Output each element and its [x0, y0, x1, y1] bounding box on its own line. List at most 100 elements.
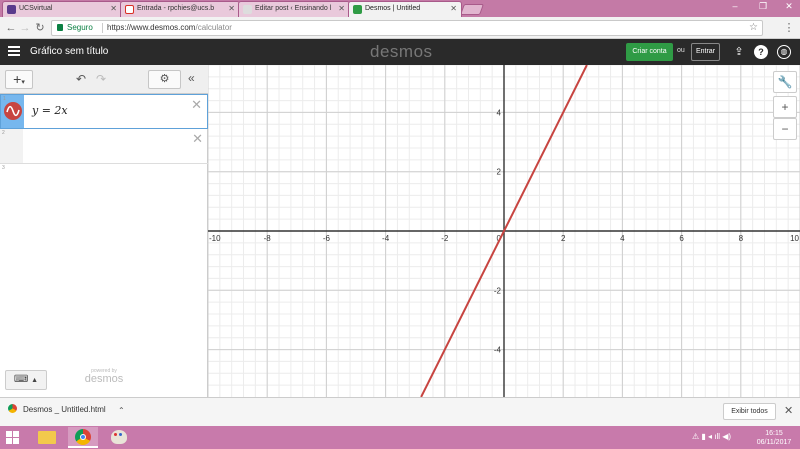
expression-tab[interactable]: 2: [0, 129, 23, 163]
chrome-taskbar-icon[interactable]: [68, 427, 98, 448]
page-icon: [243, 5, 252, 14]
x-tick-label: 8: [739, 234, 744, 243]
chrome-menu-icon[interactable]: ⋮: [782, 20, 796, 36]
globe-icon[interactable]: ◍: [777, 45, 791, 59]
close-icon[interactable]: ✕: [228, 2, 235, 16]
windows-taskbar: ⚠ ▮ ◂ ıll ◀) 16:15 06/11/2017: [0, 426, 800, 449]
download-filename: Desmos _ Untitled.html: [23, 405, 106, 414]
x-tick-label: 4: [620, 234, 625, 243]
graph-title[interactable]: Gráfico sem título: [30, 46, 108, 57]
expression-row[interactable]: 3: [0, 164, 208, 224]
undo-icon[interactable]: ↶: [76, 72, 86, 86]
redo-icon[interactable]: ↷: [96, 72, 106, 86]
tab-editar-post[interactable]: Editar post ‹ Ensinando l ✕: [238, 1, 350, 17]
expression-number: 2: [2, 130, 5, 136]
zoom-out-button[interactable]: −: [773, 118, 797, 140]
gmail-icon: [125, 5, 134, 14]
zoom-in-button[interactable]: +: [773, 96, 797, 118]
reload-icon[interactable]: ↻: [33, 20, 47, 36]
file-explorer-icon[interactable]: [32, 427, 62, 448]
x-tick-label: 2: [561, 234, 566, 243]
browser-tab-strip: UCSvirtual ✕ Entrada - rpchies@ucs.b ✕ E…: [0, 0, 800, 17]
close-icon[interactable]: ✕: [784, 404, 793, 417]
hamburger-menu-icon[interactable]: [8, 46, 20, 56]
back-icon[interactable]: ←: [4, 20, 18, 36]
taskbar-clock[interactable]: 16:15 06/11/2017: [752, 429, 796, 447]
powered-by-desmos: powered by desmos: [80, 368, 128, 385]
x-tick-label: -4: [382, 234, 390, 243]
chrome-icon: [8, 404, 17, 413]
graph-canvas[interactable]: -10 -8 -6 -4 -2 0 2 4 6 8 1042-2-4: [208, 65, 800, 397]
browser-toolbar: ← → ↻ Seguro https://www.desmos.com/calc…: [0, 17, 800, 39]
add-expression-button[interactable]: +▾: [5, 70, 33, 89]
desmos-header: Gráfico sem título desmos Criar conta ou…: [0, 39, 800, 65]
tab-desmos[interactable]: Desmos | Untitled ✕: [348, 1, 462, 17]
expression-tab[interactable]: 1: [1, 95, 24, 128]
close-window-icon[interactable]: ✕: [780, 1, 798, 12]
tab-gmail[interactable]: Entrada - rpchies@ucs.b ✕: [120, 1, 240, 17]
y-tick-label: -4: [494, 346, 502, 355]
expression-panel: +▾ ↶ ↷ ⚙ « 1 y = 2x ✕ 2 ✕ 3 ⌨ ▲ powered …: [0, 65, 208, 397]
lock-icon: [57, 24, 63, 31]
url-host: https://www.desmos.com: [107, 23, 196, 32]
delete-expression-icon[interactable]: ✕: [191, 97, 202, 113]
ucs-icon: [7, 5, 16, 14]
forward-icon[interactable]: →: [18, 20, 32, 36]
expression-row[interactable]: 2 ✕: [0, 129, 208, 164]
or-label: ou: [677, 47, 685, 54]
chevron-up-icon[interactable]: ⌃: [118, 406, 125, 415]
secure-label: Seguro: [67, 23, 93, 32]
help-icon[interactable]: ?: [754, 45, 768, 59]
expression-input[interactable]: y = 2x: [32, 104, 68, 117]
share-icon[interactable]: ⇪: [732, 45, 746, 59]
graph-color-icon[interactable]: [4, 102, 22, 120]
x-tick-label: -2: [441, 234, 449, 243]
x-tick-label: -10: [209, 234, 221, 243]
url-text: https://www.desmos.com/calculator: [107, 21, 232, 35]
collapse-panel-icon[interactable]: «: [188, 71, 195, 85]
address-bar[interactable]: Seguro https://www.desmos.com/calculator…: [51, 20, 763, 36]
desmos-icon: [353, 5, 362, 14]
y-tick-label: -2: [494, 286, 502, 295]
x-tick-label: 6: [679, 234, 684, 243]
download-shelf: Desmos _ Untitled.html ⌃ Exibir todos ✕: [0, 397, 800, 426]
separator: [102, 23, 103, 33]
paint-icon[interactable]: [104, 427, 134, 448]
x-tick-label: -8: [264, 234, 272, 243]
system-tray-icons[interactable]: ⚠ ▮ ◂ ıll ◀): [692, 432, 731, 441]
expression-tab[interactable]: 3: [0, 164, 23, 224]
tab-title: Desmos | Untitled: [365, 5, 421, 12]
caret-up-icon: ▲: [31, 377, 39, 384]
expression-toolbar: +▾ ↶ ↷ ⚙ «: [0, 65, 208, 94]
clock-time: 16:15: [765, 430, 783, 437]
show-all-button[interactable]: Exibir todos: [723, 403, 776, 420]
download-item[interactable]: Desmos _ Untitled.html: [8, 404, 106, 414]
minimize-icon[interactable]: –: [726, 1, 744, 11]
keyboard-icon: ⌨: [13, 374, 29, 385]
close-icon[interactable]: ✕: [338, 2, 345, 16]
restore-icon[interactable]: ❐: [754, 1, 772, 12]
desmos-logo: desmos: [370, 42, 433, 61]
expression-number: 3: [2, 165, 5, 171]
x-tick-label: -6: [323, 234, 331, 243]
y-tick-label: 2: [497, 168, 502, 177]
keyboard-toggle-button[interactable]: ⌨ ▲: [5, 370, 47, 390]
wrench-icon[interactable]: 🔧: [773, 71, 797, 93]
graph-paper[interactable]: -10 -8 -6 -4 -2 0 2 4 6 8 10 4 2 -2 -4 🔧 + −: [208, 65, 800, 397]
new-tab-button[interactable]: [459, 4, 485, 15]
powered-by-logo: desmos: [84, 373, 124, 385]
expression-row[interactable]: 1 y = 2x ✕: [0, 94, 208, 129]
gear-icon[interactable]: ⚙: [148, 70, 181, 89]
close-icon[interactable]: ✕: [110, 2, 117, 16]
windows-start-icon[interactable]: [6, 431, 20, 445]
close-icon[interactable]: ✕: [450, 2, 457, 16]
url-path: /calculator: [195, 23, 232, 32]
delete-expression-icon[interactable]: ✕: [192, 131, 203, 147]
tab-ucsvirtual[interactable]: UCSvirtual ✕: [2, 1, 122, 17]
sign-in-button[interactable]: Entrar: [691, 43, 720, 61]
create-account-button[interactable]: Criar conta: [626, 43, 673, 61]
y-tick-label: 4: [497, 108, 502, 117]
clock-date: 06/11/2017: [756, 439, 792, 446]
bookmark-star-icon[interactable]: ☆: [749, 21, 758, 35]
x-tick-label: 10: [790, 234, 799, 243]
